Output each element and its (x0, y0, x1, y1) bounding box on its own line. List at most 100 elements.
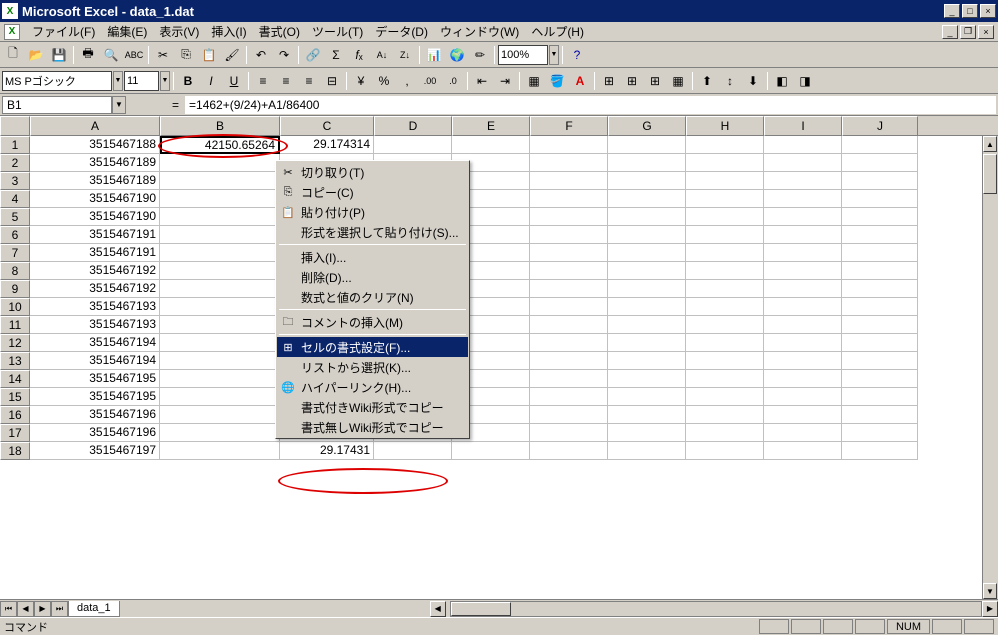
cell[interactable] (530, 298, 608, 316)
cell[interactable] (764, 316, 842, 334)
cell[interactable] (764, 226, 842, 244)
cell[interactable] (686, 352, 764, 370)
cell[interactable] (764, 190, 842, 208)
tab-nav-first-icon[interactable]: ⏮ (0, 601, 17, 617)
col-header-D[interactable]: D (374, 116, 452, 136)
function-icon[interactable]: fₓ (348, 44, 370, 66)
cell[interactable] (686, 208, 764, 226)
percent-icon[interactable]: % (373, 70, 395, 92)
help-icon[interactable]: ? (566, 44, 588, 66)
copy-icon[interactable]: ⎘ (175, 44, 197, 66)
cell[interactable] (608, 442, 686, 460)
cell[interactable] (374, 442, 452, 460)
redo-icon[interactable]: ↷ (273, 44, 295, 66)
cell[interactable] (686, 244, 764, 262)
cell[interactable] (764, 136, 842, 154)
tab-nav-last-icon[interactable]: ⏭ (51, 601, 68, 617)
cell[interactable] (160, 190, 280, 208)
cell[interactable] (530, 190, 608, 208)
drawing-icon[interactable]: ✏ (469, 44, 491, 66)
cell[interactable] (608, 280, 686, 298)
paste-icon[interactable]: 📋 (198, 44, 220, 66)
fontsize-combo[interactable] (124, 71, 159, 91)
cell[interactable] (530, 226, 608, 244)
cell[interactable]: 3515467192 (30, 262, 160, 280)
cell[interactable] (764, 280, 842, 298)
row-header[interactable]: 14 (0, 370, 30, 388)
cell[interactable]: 42150.65264 (160, 136, 280, 154)
increase-indent-icon[interactable]: ⇥ (494, 70, 516, 92)
horizontal-scrollbar[interactable] (450, 601, 982, 617)
extra-icon-4[interactable]: ▦ (667, 70, 689, 92)
col-header-F[interactable]: F (530, 116, 608, 136)
cell[interactable]: 29.174314 (280, 136, 374, 154)
menu-edit[interactable]: 編集(E) (101, 21, 153, 42)
cell[interactable] (160, 262, 280, 280)
cell[interactable] (842, 226, 918, 244)
row-header[interactable]: 11 (0, 316, 30, 334)
row-header[interactable]: 4 (0, 190, 30, 208)
borders-icon[interactable]: ▦ (523, 70, 545, 92)
context-menu-item[interactable]: 形式を選択して貼り付け(S)... (277, 222, 468, 242)
cell[interactable] (452, 136, 530, 154)
cell[interactable] (686, 316, 764, 334)
col-header-J[interactable]: J (842, 116, 918, 136)
row-header[interactable]: 6 (0, 226, 30, 244)
cell[interactable] (842, 316, 918, 334)
col-header-C[interactable]: C (280, 116, 374, 136)
comma-icon[interactable]: , (396, 70, 418, 92)
cell[interactable] (842, 136, 918, 154)
hscroll-left-icon[interactable]: ◀ (430, 601, 446, 617)
cell[interactable]: 3515467190 (30, 208, 160, 226)
cell[interactable] (686, 172, 764, 190)
cell[interactable] (764, 424, 842, 442)
cell[interactable] (764, 172, 842, 190)
context-menu-item[interactable]: 削除(D)... (277, 267, 468, 287)
context-menu-item[interactable]: ⎘コピー(C) (277, 182, 468, 202)
row-header[interactable]: 8 (0, 262, 30, 280)
cell[interactable] (764, 334, 842, 352)
align-right-icon[interactable]: ≡ (298, 70, 320, 92)
cell[interactable] (160, 316, 280, 334)
row-header[interactable]: 16 (0, 406, 30, 424)
cell[interactable] (608, 388, 686, 406)
cell[interactable] (686, 226, 764, 244)
cell[interactable] (842, 406, 918, 424)
cell[interactable] (764, 208, 842, 226)
cell[interactable] (160, 406, 280, 424)
cell[interactable] (608, 208, 686, 226)
align-center-icon[interactable]: ≡ (275, 70, 297, 92)
cell[interactable] (530, 208, 608, 226)
vertical-scrollbar[interactable]: ▲ ▼ (982, 136, 998, 599)
cell[interactable]: 3515467189 (30, 154, 160, 172)
doc-restore-button[interactable]: ❐ (960, 25, 976, 39)
extra-icon-1[interactable]: ⊞ (598, 70, 620, 92)
cell[interactable] (608, 352, 686, 370)
cell[interactable] (160, 370, 280, 388)
cell[interactable] (686, 280, 764, 298)
doc-minimize-button[interactable]: _ (942, 25, 958, 39)
cell[interactable] (608, 136, 686, 154)
menu-insert[interactable]: 挿入(I) (205, 21, 252, 42)
menu-data[interactable]: データ(D) (369, 21, 434, 42)
cell[interactable] (530, 172, 608, 190)
cell[interactable] (686, 424, 764, 442)
cell[interactable]: 3515467193 (30, 316, 160, 334)
context-menu-item[interactable]: 挿入(I)... (277, 247, 468, 267)
row-header[interactable]: 10 (0, 298, 30, 316)
cell[interactable] (452, 442, 530, 460)
fill-color-icon[interactable]: 🪣 (546, 70, 568, 92)
spellcheck-icon[interactable]: ABC (123, 44, 145, 66)
cell[interactable] (842, 244, 918, 262)
cell[interactable] (374, 136, 452, 154)
tab-nav-prev-icon[interactable]: ◀ (17, 601, 34, 617)
italic-icon[interactable]: I (200, 70, 222, 92)
row-header[interactable]: 2 (0, 154, 30, 172)
cell[interactable]: 3515467190 (30, 190, 160, 208)
cell[interactable] (686, 298, 764, 316)
cell[interactable] (608, 334, 686, 352)
cell[interactable] (160, 352, 280, 370)
valign-mid-icon[interactable]: ↕ (719, 70, 741, 92)
undo-icon[interactable]: ↶ (250, 44, 272, 66)
hyperlink-icon[interactable]: 🔗 (302, 44, 324, 66)
